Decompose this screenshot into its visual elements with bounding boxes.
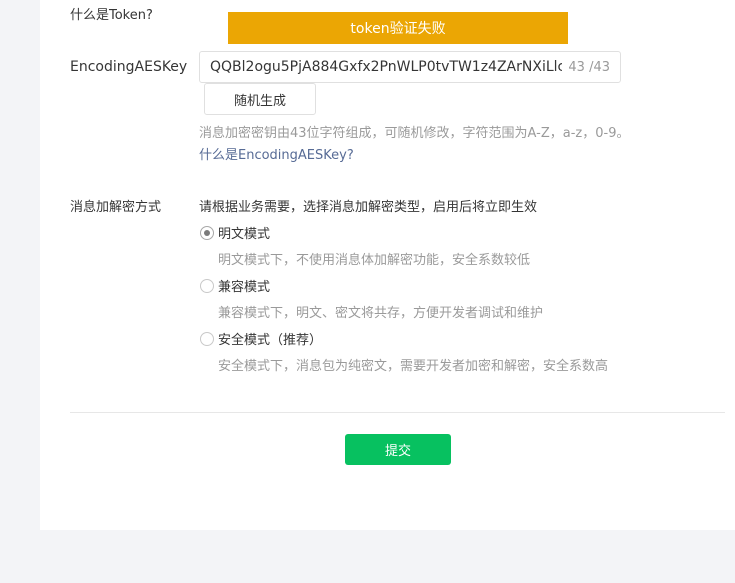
radio-plaintext-mode[interactable]: 明文模式 bbox=[200, 223, 270, 242]
radio-checked-icon[interactable] bbox=[200, 225, 214, 240]
submit-button[interactable]: 提交 bbox=[345, 434, 451, 465]
radio-compatible-mode[interactable]: 兼容模式 bbox=[200, 276, 270, 295]
aes-key-hint: 消息加密密钥由43位字符组成，可随机修改，字符范围为A-Z，a-z，0-9。 bbox=[199, 126, 630, 141]
token-help-link-cut[interactable]: 什么是Token? bbox=[70, 4, 153, 23]
error-toast: token验证失败 bbox=[228, 12, 568, 44]
radio-unchecked-icon[interactable] bbox=[200, 331, 214, 346]
radio-label: 安全模式（推荐） bbox=[218, 333, 323, 348]
random-generate-label: 随机生成 bbox=[233, 93, 286, 109]
compatible-mode-hint: 兼容模式下，明文、密文将共存，方便开发者调试和维护 bbox=[218, 306, 544, 321]
encryption-mode-label: 消息加解密方式 bbox=[70, 200, 162, 215]
random-generate-button[interactable]: 随机生成 bbox=[204, 83, 316, 115]
submit-label: 提交 bbox=[384, 444, 411, 459]
aes-key-label: EncodingAESKey bbox=[70, 59, 188, 75]
secure-mode-hint: 安全模式下，消息包为纯密文，需要开发者加密和解密，安全系数高 bbox=[218, 359, 609, 374]
aes-key-value: QQBl2ogu5PjA884Gxfx2PnWLP0tvTW1z4ZArNXiL… bbox=[210, 59, 563, 75]
aes-key-counter: 43 /43 bbox=[568, 59, 610, 75]
radio-secure-mode[interactable]: 安全模式（推荐） bbox=[200, 329, 322, 348]
radio-unchecked-icon[interactable] bbox=[200, 278, 214, 293]
encryption-mode-description: 请根据业务需要，选择消息加解密类型，启用后将立即生效 bbox=[199, 200, 538, 215]
aes-key-input[interactable]: QQBl2ogu5PjA884Gxfx2PnWLP0tvTW1z4ZArNXiL… bbox=[199, 51, 621, 83]
plaintext-mode-hint: 明文模式下，不使用消息体加解密功能，安全系数较低 bbox=[218, 253, 531, 268]
aes-key-help-link[interactable]: 什么是EncodingAESKey? bbox=[199, 144, 354, 163]
radio-label: 明文模式 bbox=[218, 227, 271, 242]
section-divider bbox=[70, 412, 725, 413]
toast-text: token验证失败 bbox=[350, 21, 446, 37]
radio-label: 兼容模式 bbox=[218, 280, 271, 295]
